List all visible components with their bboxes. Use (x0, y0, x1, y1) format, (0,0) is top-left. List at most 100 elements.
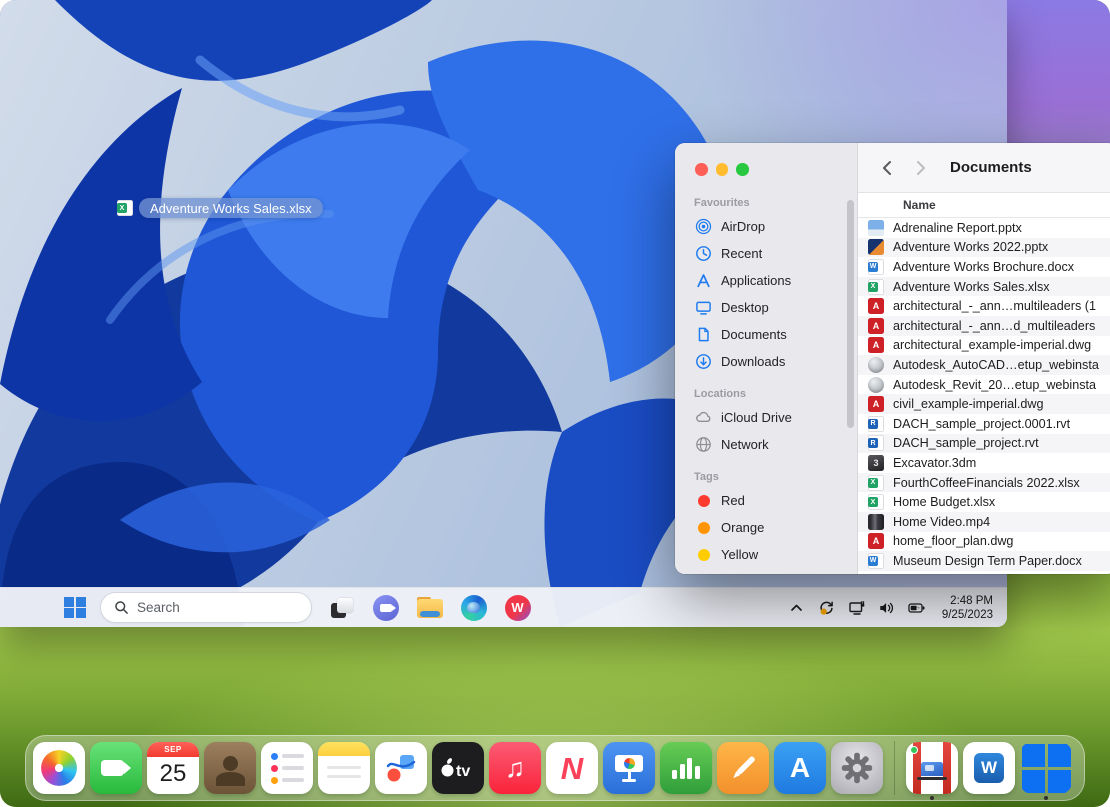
file-row-autodesk-autocad-etup-webinsta[interactable]: Autodesk_AutoCAD…etup_webinsta (858, 355, 1110, 375)
system-tray: 2:48 PM 9/25/2023 (784, 593, 997, 623)
file-row-adventure-works-brochure-docx[interactable]: WAdventure Works Brochure.docx (858, 257, 1110, 277)
dock-item-freeform[interactable] (375, 738, 427, 798)
edge-icon (461, 595, 487, 621)
dock-item-photos[interactable] (33, 738, 85, 798)
finder-sidebar: FavouritesAirDropRecentApplicationsDeskt… (675, 143, 858, 574)
file-name: Autodesk_AutoCAD…etup_webinsta (893, 358, 1099, 372)
forward-button[interactable] (906, 154, 934, 182)
file-name: Autodesk_Revit_20…etup_webinsta (893, 378, 1096, 392)
sidebar-section-favourites: FavouritesAirDropRecentApplicationsDeskt… (675, 197, 857, 375)
file-row-dach-sample-project-rvt[interactable]: R DACH_sample_project.rvt (858, 434, 1110, 454)
dock-item-app-store[interactable]: A (774, 738, 826, 798)
excel-file-icon: X (868, 475, 884, 491)
file-row-architectural-ann-d-multileaders[interactable]: Aarchitectural_-_ann…d_multileaders (858, 316, 1110, 336)
battery-icon[interactable] (904, 593, 930, 623)
dock-item-keynote[interactable] (603, 738, 655, 798)
sidebar-item-orange[interactable]: Orange (675, 514, 857, 541)
taskbar-search-input[interactable]: Search (100, 592, 312, 623)
tray-date: 9/25/2023 (942, 608, 993, 622)
sidebar-item-downloads[interactable]: Downloads (675, 348, 857, 375)
dock-item-microsoft-word[interactable]: W (963, 738, 1015, 798)
task-view-icon (331, 598, 353, 618)
dock-item-numbers[interactable] (660, 738, 712, 798)
dock-item-music[interactable]: ♫ (489, 738, 541, 798)
file-row-architectural-ann-multileaders-1[interactable]: Aarchitectural_-_ann…multileaders (1 (858, 296, 1110, 316)
sidebar-item-label: Yellow (721, 547, 758, 562)
dock-item-system-settings[interactable] (831, 738, 883, 798)
cloud-icon (694, 409, 713, 426)
file-row-fourthcoffeefinancials-2022-xlsx[interactable]: XFourthCoffeeFinancials 2022.xlsx (858, 473, 1110, 493)
network-display-icon[interactable] (844, 593, 870, 623)
sidebar-item-airdrop[interactable]: AirDrop (675, 213, 857, 240)
sidebar-item-label: iCloud Drive (721, 410, 792, 425)
close-button[interactable] (695, 163, 708, 176)
dock-item-parallels-desktop[interactable] (906, 738, 958, 798)
file-row-adventure-works-2022-pptx[interactable]: Adventure Works 2022.pptx (858, 238, 1110, 258)
file-row-excavator-3dm[interactable]: 3Excavator.3dm (858, 453, 1110, 473)
taskbar-wps-office-icon[interactable]: W (500, 590, 535, 625)
sidebar-item-recent[interactable]: Recent (675, 240, 857, 267)
start-button[interactable] (58, 591, 92, 625)
file-row-architectural-example-imperial-dwg[interactable]: Aarchitectural_example-imperial.dwg (858, 336, 1110, 356)
column-header-name[interactable]: Name (858, 193, 1110, 218)
hidden-icons-chevron[interactable] (784, 593, 810, 623)
sidebar-item-network[interactable]: Network (675, 431, 857, 458)
file-row-civil-example-imperial-dwg[interactable]: Acivil_example-imperial.dwg (858, 394, 1110, 414)
sidebar-item-yellow[interactable]: Yellow (675, 541, 857, 568)
file-row-adrenaline-report-pptx[interactable]: Adrenaline Report.pptx (858, 218, 1110, 238)
minimize-button[interactable] (716, 163, 729, 176)
file-row-home-floor-plan-dwg[interactable]: Ahome_floor_plan.dwg (858, 532, 1110, 552)
dock-item-news[interactable]: N (546, 738, 598, 798)
file-row-museum-design-term-paper-docx[interactable]: WMuseum Design Term Paper.docx (858, 551, 1110, 571)
file-name: architectural_-_ann…d_multileaders (893, 319, 1095, 333)
running-indicator (1044, 796, 1048, 800)
sidebar-item-red[interactable]: Red (675, 487, 857, 514)
dock-item-contacts[interactable] (204, 738, 256, 798)
taskbar-task-view-icon[interactable] (324, 590, 359, 625)
sidebar-item-documents[interactable]: Documents (675, 321, 857, 348)
dock-item-windows-11[interactable] (1020, 738, 1072, 798)
file-explorer-icon (417, 597, 443, 618)
file-row-autodesk-revit-20-etup-webinsta[interactable]: Autodesk_Revit_20…etup_webinsta (858, 375, 1110, 395)
zoom-button[interactable] (736, 163, 749, 176)
sidebar-scrollbar[interactable] (847, 200, 854, 428)
volume-icon[interactable] (874, 593, 900, 623)
freeform-icon (375, 742, 427, 794)
clock-icon (694, 245, 713, 262)
dock-item-apple-tv[interactable]: tv (432, 738, 484, 798)
dock-item-calendar[interactable]: SEP25 (147, 738, 199, 798)
file-name: Excavator.3dm (893, 456, 976, 470)
dock-item-reminders[interactable] (261, 738, 313, 798)
back-button[interactable] (874, 154, 902, 182)
dwg-file-icon: A (868, 337, 884, 353)
sidebar-item-label: Downloads (721, 354, 785, 369)
taskbar-file-explorer-icon[interactable] (412, 590, 447, 625)
update-sync-icon[interactable] (814, 593, 840, 623)
file-row-dach-sample-project-0001-rvt[interactable]: RDACH_sample_project.0001.rvt (858, 414, 1110, 434)
sidebar-item-applications[interactable]: Applications (675, 267, 857, 294)
sidebar-item-label: Recent (721, 246, 762, 261)
music-icon: ♫ (489, 742, 541, 794)
dock-item-pages[interactable] (717, 738, 769, 798)
drag-ghost-chip[interactable]: X Adventure Works Sales.xlsx (117, 198, 323, 218)
taskbar-clock[interactable]: 2:48 PM 9/25/2023 (942, 594, 997, 622)
pptx-thumbnail-sky (868, 220, 884, 236)
airdrop-icon (694, 218, 713, 235)
sidebar-item-desktop[interactable]: Desktop (675, 294, 857, 321)
pptx-thumbnail-sunset (868, 239, 884, 255)
excel-file-icon: X (868, 279, 884, 295)
file-row-home-video-mp4[interactable]: Home Video.mp4 (858, 512, 1110, 532)
taskbar-chat-icon[interactable] (368, 590, 403, 625)
revit-file-icon: R (868, 435, 884, 451)
file-row-adventure-works-sales-xlsx[interactable]: XAdventure Works Sales.xlsx (858, 277, 1110, 297)
file-row-home-budget-xlsx[interactable]: XHome Budget.xlsx (858, 492, 1110, 512)
taskbar-edge-icon[interactable] (456, 590, 491, 625)
windows-taskbar: Search W 2:48 PM 9/25/2023 (0, 587, 1007, 627)
file-name: DACH_sample_project.rvt (893, 436, 1039, 450)
document-icon (694, 326, 713, 343)
search-icon (114, 600, 129, 615)
dock-item-notes[interactable] (318, 738, 370, 798)
sidebar-item-icloud-drive[interactable]: iCloud Drive (675, 404, 857, 431)
desktop-icon (694, 299, 713, 316)
dock-item-facetime[interactable] (90, 738, 142, 798)
